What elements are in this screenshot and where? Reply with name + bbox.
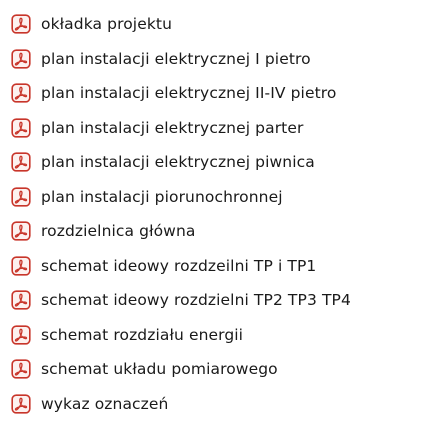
pdf-file-icon — [11, 14, 31, 34]
pdf-file-icon — [11, 118, 31, 138]
pdf-file-icon — [11, 290, 31, 310]
file-item[interactable]: plan instalacji elektrycznej I pietro — [11, 42, 426, 77]
file-item[interactable]: okładka projektu — [11, 7, 426, 42]
file-label: plan instalacji elektrycznej piwnica — [41, 153, 315, 172]
pdf-file-icon — [11, 152, 31, 172]
file-item[interactable]: plan instalacji elektrycznej parter — [11, 111, 426, 146]
pdf-file-icon — [11, 83, 31, 103]
pdf-file-icon — [11, 49, 31, 69]
pdf-file-icon — [11, 221, 31, 241]
file-list: okładka projektu plan instalacji elektryc… — [11, 7, 426, 421]
file-item[interactable]: schemat układu pomiarowego — [11, 352, 426, 387]
file-label: schemat ideowy rozdzielni TP2 TP3 TP4 — [41, 291, 351, 310]
file-label: schemat układu pomiarowego — [41, 360, 278, 379]
file-label: plan instalacji piorunochronnej — [41, 187, 283, 206]
file-item[interactable]: wykaz oznaczeń — [11, 387, 426, 422]
file-item[interactable]: plan instalacji elektrycznej piwnica — [11, 145, 426, 180]
file-label: plan instalacji elektrycznej parter — [41, 118, 304, 137]
file-item[interactable]: plan instalacji elektrycznej II-IV pietr… — [11, 76, 426, 111]
file-label: schemat rozdziału energii — [41, 325, 244, 344]
file-item[interactable]: plan instalacji piorunochronnej — [11, 180, 426, 215]
pdf-file-icon — [11, 359, 31, 379]
file-label: plan instalacji elektrycznej I pietro — [41, 49, 311, 68]
file-label: schemat ideowy rozdzeilni TP i TP1 — [41, 256, 317, 275]
file-item[interactable]: schemat ideowy rozdzeilni TP i TP1 — [11, 249, 426, 284]
pdf-file-icon — [11, 256, 31, 276]
file-item[interactable]: rozdzielnica główna — [11, 214, 426, 249]
file-item[interactable]: schemat ideowy rozdzielni TP2 TP3 TP4 — [11, 283, 426, 318]
pdf-file-icon — [11, 325, 31, 345]
pdf-file-icon — [11, 394, 31, 414]
file-label: wykaz oznaczeń — [41, 394, 169, 413]
file-label: rozdzielnica główna — [41, 222, 196, 241]
file-label: okładka projektu — [41, 15, 173, 34]
pdf-file-icon — [11, 187, 31, 207]
file-item[interactable]: schemat rozdziału energii — [11, 318, 426, 353]
file-label: plan instalacji elektrycznej II-IV pietr… — [41, 84, 337, 103]
